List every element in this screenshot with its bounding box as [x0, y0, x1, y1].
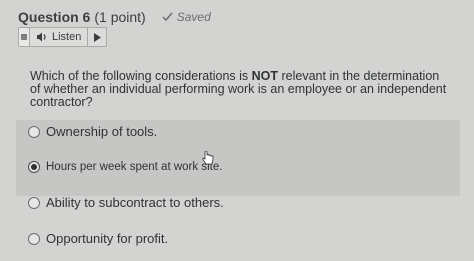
question-emphasis: NOT: [251, 69, 279, 83]
radio-button[interactable]: [28, 125, 40, 138]
play-icon: [93, 32, 101, 42]
radio-button-selected[interactable]: [28, 161, 40, 173]
checkmark-icon: [162, 12, 173, 22]
play-button[interactable]: [88, 28, 106, 46]
option-ability-to-subcontract[interactable]: Ability to subcontract to others.: [28, 195, 224, 210]
listen-button[interactable]: Listen: [30, 28, 89, 46]
question-number: Question 6: [18, 9, 91, 25]
radio-button[interactable]: [28, 196, 40, 209]
question-header: Question 6 (1 point) Saved: [18, 6, 211, 28]
radio-button[interactable]: [28, 232, 40, 245]
listen-toolbar: Listen: [18, 27, 108, 47]
option-opportunity-for-profit[interactable]: Opportunity for profit.: [28, 231, 168, 246]
option-ownership-of-tools[interactable]: Ownership of tools.: [28, 124, 157, 139]
question-points: (1 point): [94, 9, 146, 25]
question-text-before: Which of the following considerations is: [30, 69, 252, 83]
option-label: Opportunity for profit.: [46, 231, 169, 246]
option-label: Hours per week spent at work site.: [46, 161, 223, 173]
listen-label: Listen: [52, 31, 82, 43]
question-text: Which of the following considerations is…: [30, 70, 450, 109]
settings-toggle-icon[interactable]: [19, 28, 30, 46]
saved-status: Saved: [162, 10, 211, 24]
option-hours-per-week[interactable]: Hours per week spent at work site.: [28, 161, 222, 173]
hand-cursor-icon: [202, 151, 214, 165]
radio-dot-icon: [31, 164, 37, 170]
speaker-icon: [37, 32, 46, 42]
option-label: Ownership of tools.: [46, 124, 158, 139]
option-label: Ability to subcontract to others.: [46, 195, 224, 210]
saved-label: Saved: [176, 10, 211, 24]
